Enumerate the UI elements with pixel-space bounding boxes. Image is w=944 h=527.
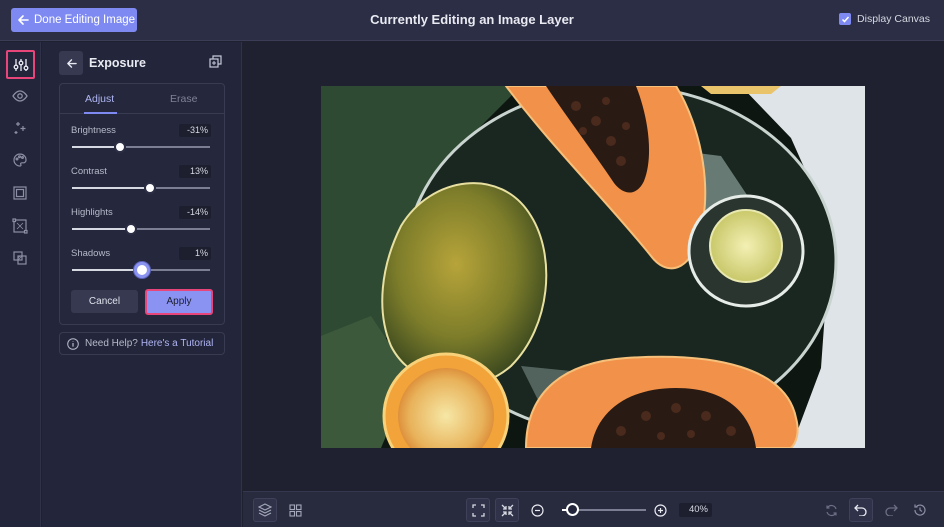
tab-bar: Adjust Erase [60,84,224,114]
layers-icon[interactable] [253,498,277,522]
slider-fill [72,228,131,230]
history-icon[interactable] [908,498,932,522]
bottom-toolbar: 40% [243,491,944,527]
tab-erase[interactable]: Erase [170,93,197,105]
fit-to-screen-icon[interactable] [466,498,490,522]
slider-thumb[interactable] [144,182,156,194]
undo-icon[interactable] [849,498,873,522]
tool-sidebar [0,42,41,527]
done-editing-label: Done Editing Image [34,14,136,26]
arrow-left-icon [66,58,77,68]
slider-label: Contrast [71,166,107,177]
adjust-sliders-icon[interactable] [6,50,35,79]
duplicate-icon[interactable] [209,55,222,73]
display-canvas-toggle[interactable]: Display Canvas [839,13,930,25]
slider-thumb[interactable] [125,223,137,235]
slider-value-input[interactable]: 13% [179,165,211,178]
tutorial-link[interactable]: Here's a Tutorial [141,338,214,349]
redo-icon[interactable] [879,498,903,522]
panel-title: Exposure [89,56,146,70]
slider-thumb[interactable] [134,262,150,278]
layers-overlap-icon[interactable] [8,246,32,270]
slider-value-input[interactable]: 1% [179,247,211,260]
zoom-in-icon[interactable] [648,498,672,522]
zoom-slider-thumb[interactable] [566,503,579,516]
slider-value-input[interactable]: -14% [179,206,211,219]
top-bar: Done Editing Image Currently Editing an … [0,0,944,41]
cancel-button[interactable]: Cancel [71,290,138,313]
exposure-panel: Exposure Adjust Erase Brightness -31% Cont… [42,42,242,527]
zoom-level[interactable]: 40% [679,503,712,517]
tab-adjust[interactable]: Adjust [85,93,114,105]
slider-track[interactable] [72,141,210,153]
slider-thumb[interactable] [114,141,126,153]
frame-icon[interactable] [8,181,32,205]
checkbox-checked-icon[interactable] [839,13,852,25]
page-title: Currently Editing an Image Layer [370,12,574,27]
transform-icon[interactable] [8,214,32,238]
active-tab-indicator [84,112,117,114]
image-layer[interactable] [321,86,865,448]
apply-button[interactable]: Apply [145,289,213,315]
adjust-card: Adjust Erase Brightness -31% Contrast 13% Hi… [59,83,225,325]
help-question: Need Help? [85,338,138,349]
slider-label: Shadows [71,248,111,259]
info-icon [67,337,79,350]
refresh-icon[interactable] [819,498,843,522]
actual-size-icon[interactable] [495,498,519,522]
slider-label: Brightness [71,125,116,136]
slider-track[interactable] [72,262,210,278]
arrow-left-icon [18,15,29,25]
grid-icon[interactable] [283,498,307,522]
slider-track[interactable] [72,223,210,235]
display-canvas-label: Display Canvas [857,13,930,25]
sparkles-icon[interactable] [8,116,32,140]
slider-fill [72,269,142,271]
help-box: Need Help? Here's a Tutorial [59,332,225,355]
back-button[interactable] [59,51,83,75]
zoom-out-icon[interactable] [525,498,549,522]
slider-label: Highlights [71,207,113,218]
canvas-area [243,42,944,491]
palette-icon[interactable] [8,148,32,172]
slider-fill [72,146,120,148]
slider-value-input[interactable]: -31% [179,124,211,137]
done-editing-button[interactable]: Done Editing Image [11,8,137,32]
zoom-slider[interactable] [562,503,646,516]
eye-icon[interactable] [8,84,32,108]
slider-fill [72,187,150,189]
slider-track[interactable] [72,182,210,194]
